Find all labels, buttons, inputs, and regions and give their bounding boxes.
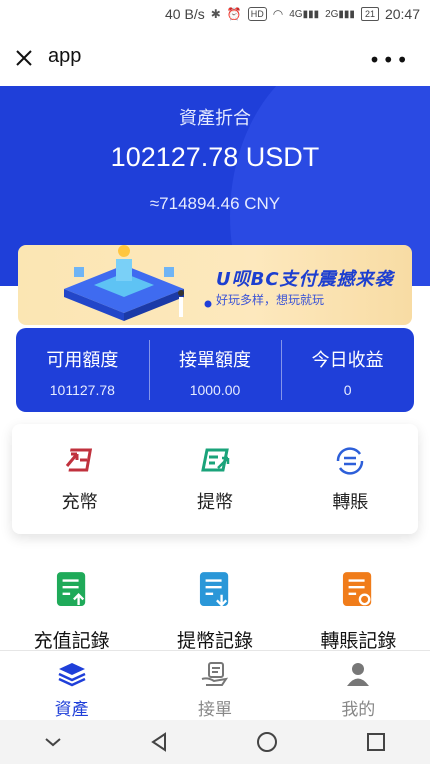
withdraw-record-button[interactable]: 提幣記錄 xyxy=(143,570,286,653)
order-quota: 接單額度 1000.00 xyxy=(148,328,282,412)
quota-label: 可用額度 xyxy=(46,350,119,371)
quota-label: 接單額度 xyxy=(179,350,251,371)
clock: 20:47 xyxy=(384,6,420,22)
deposit-record-icon xyxy=(56,572,85,606)
alarm-icon: ⏰ xyxy=(226,7,242,21)
today-earnings: 今日收益 0 xyxy=(281,328,414,412)
app-header: app ••• xyxy=(0,30,430,86)
deposit-button[interactable]: 充幣 xyxy=(12,424,147,534)
bluetooth-icon: ✱ xyxy=(210,7,221,21)
transfer-record-label: 轉賬記錄 xyxy=(320,630,397,652)
system-navigation-bar xyxy=(0,720,430,764)
quota-label: 今日收益 xyxy=(311,350,384,371)
app-title: app xyxy=(48,45,82,67)
signal-2g-icon: 2G▮▮▮ xyxy=(325,8,355,20)
promo-banner[interactable]: U呗BC支付震撼来袭 好玩多样，想玩就玩 xyxy=(18,245,412,325)
bottom-navigation: 資產 接單 我的 xyxy=(0,650,430,720)
deposit-record-label: 充值記錄 xyxy=(33,630,110,652)
hand-document-icon xyxy=(201,662,229,686)
deposit-record-button[interactable]: 充值記錄 xyxy=(0,570,143,653)
user-icon xyxy=(347,663,370,686)
asset-cny-amount: ≈714894.46 CNY xyxy=(149,194,281,213)
withdraw-record-icon xyxy=(199,572,229,607)
nav-orders[interactable]: 接單 xyxy=(143,651,286,720)
close-icon[interactable] xyxy=(12,46,36,70)
available-quota: 可用額度 101127.78 xyxy=(16,328,149,412)
quota-card: 可用額度 101127.78 接單額度 1000.00 今日收益 0 xyxy=(16,328,414,412)
layers-icon xyxy=(58,663,86,687)
nav-assets[interactable]: 資產 xyxy=(0,651,143,720)
quota-value: 101127.78 xyxy=(49,382,115,398)
deposit-icon xyxy=(65,448,92,472)
quota-value: 1000.00 xyxy=(189,382,241,398)
back-icon[interactable] xyxy=(150,732,168,752)
signal-4g-icon: 4G▮▮▮ xyxy=(289,8,320,20)
withdraw-record-label: 提幣記錄 xyxy=(176,630,253,652)
recents-icon[interactable] xyxy=(366,732,386,752)
isometric-platform-illustration xyxy=(64,245,184,321)
quota-value: 0 xyxy=(343,382,352,398)
carousel-indicator-icon xyxy=(204,300,212,308)
action-card: 充幣 提幣 轉賬 xyxy=(12,424,418,534)
withdraw-label: 提幣 xyxy=(196,492,233,513)
banner-subtitle: 好玩多样，想玩就玩 xyxy=(216,293,325,307)
nav-assets-label: 資產 xyxy=(54,700,89,720)
transfer-button[interactable]: 轉賬 xyxy=(283,424,418,534)
transfer-record-button[interactable]: 轉賬記錄 xyxy=(287,570,430,653)
asset-amount: 102127.78 USDT xyxy=(110,142,320,172)
banner-title: U呗BC支付震撼来袭 xyxy=(216,269,394,290)
wifi-icon: ◠ xyxy=(272,7,284,21)
status-bar: 40 B/s ✱ ⏰ HD ◠ 4G▮▮▮ 2G▮▮▮ 21 20:47 xyxy=(0,0,430,30)
battery-icon: 21 xyxy=(360,7,379,21)
nav-orders-label: 接單 xyxy=(197,700,232,720)
network-speed: 40 B/s xyxy=(165,6,205,22)
record-shortcuts: 充值記錄 提幣記錄 轉賬記錄 xyxy=(0,570,430,653)
withdraw-button[interactable]: 提幣 xyxy=(147,424,282,534)
more-options-icon[interactable]: ••• xyxy=(369,48,410,72)
transfer-record-icon xyxy=(343,572,372,606)
deposit-label: 充幣 xyxy=(61,492,98,513)
nav-profile[interactable]: 我的 xyxy=(287,651,430,720)
withdraw-icon xyxy=(201,448,230,472)
transfer-icon xyxy=(337,447,364,475)
asset-label: 資產折合 xyxy=(179,108,251,129)
chevron-down-icon[interactable] xyxy=(44,736,62,748)
transfer-label: 轉賬 xyxy=(332,492,369,513)
hd-icon: HD xyxy=(247,7,267,21)
home-icon[interactable] xyxy=(256,731,278,753)
nav-profile-label: 我的 xyxy=(341,700,376,720)
